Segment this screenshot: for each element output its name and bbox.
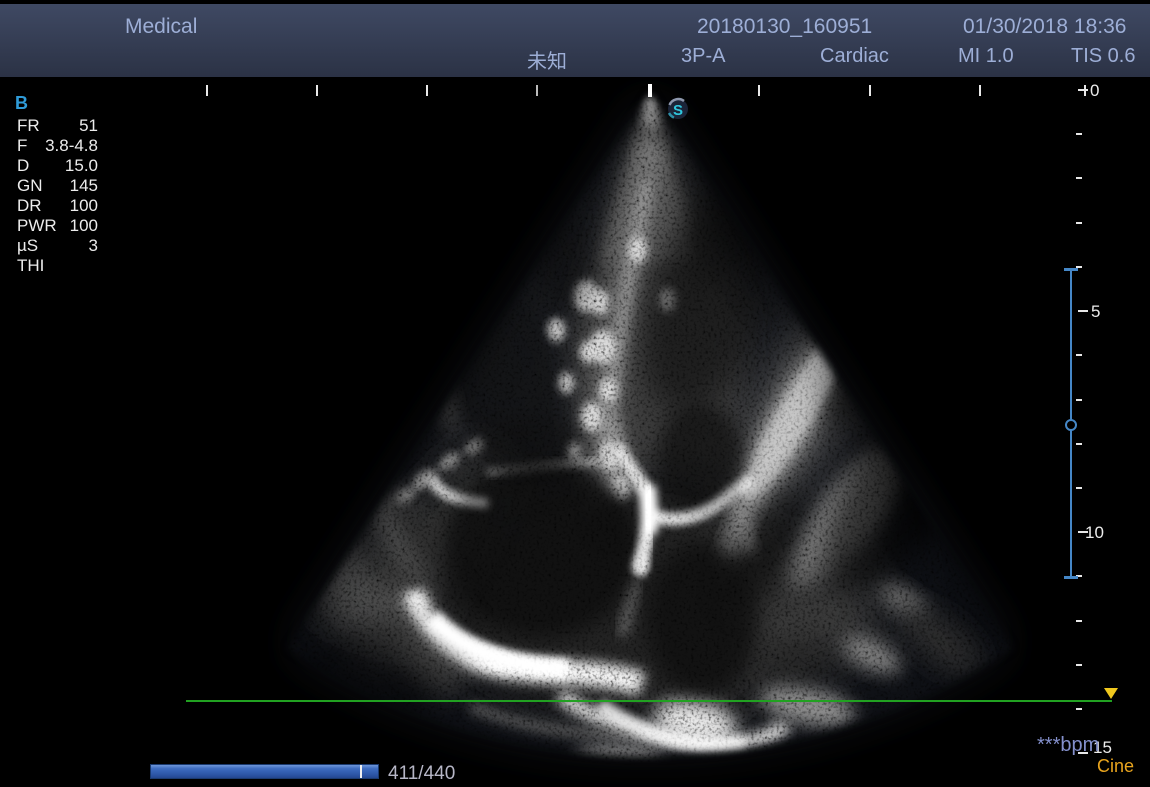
svg-text:S: S xyxy=(673,102,683,119)
